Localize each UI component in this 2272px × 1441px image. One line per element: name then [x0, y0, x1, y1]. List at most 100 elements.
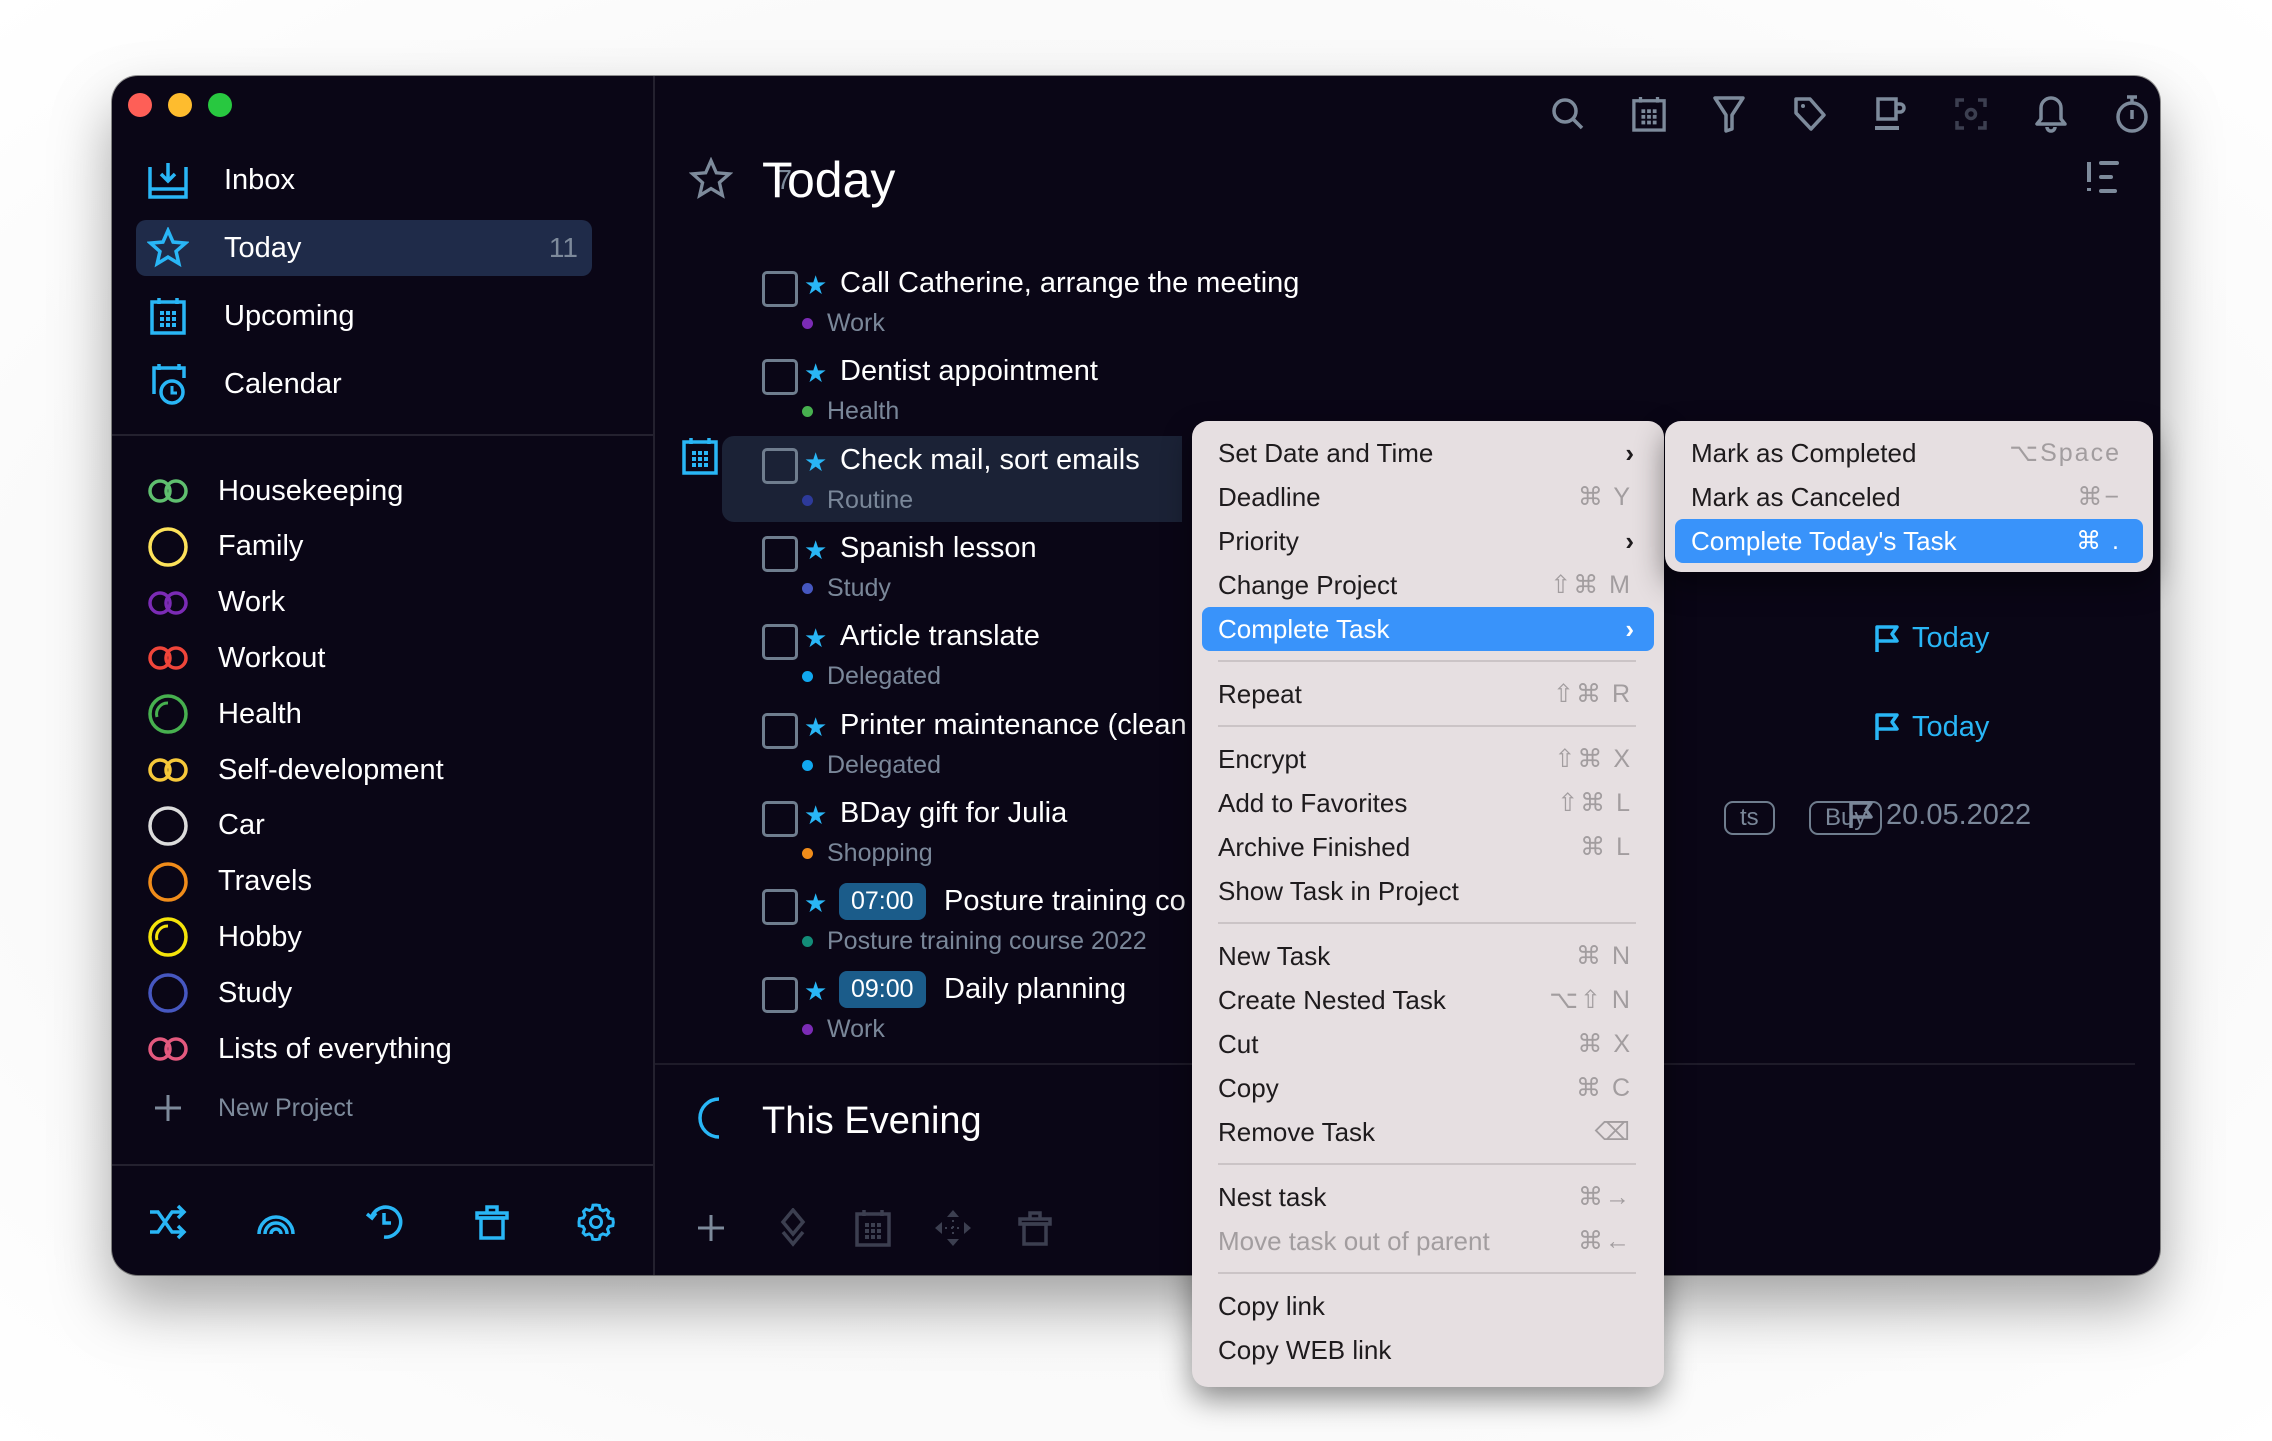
project-label: Health: [218, 697, 302, 730]
submenu-item-mark-as-canceled[interactable]: Mark as Canceled ⌘−: [1675, 475, 2143, 519]
menu-item-archive-finished[interactable]: Archive Finished ⌘ L: [1202, 825, 1654, 869]
menu-item-priority[interactable]: Priority ›: [1202, 519, 1654, 563]
task-project: Study: [802, 574, 891, 603]
task-project: Shopping: [802, 839, 933, 868]
task-checkbox[interactable]: [762, 624, 798, 661]
sidebar-project-study[interactable]: Study: [146, 968, 292, 1018]
project-double-ring-icon: [146, 636, 190, 680]
sidebar-item-today[interactable]: Today 11: [136, 220, 592, 276]
tag-icon[interactable]: [1788, 92, 1832, 136]
menu-item-label: Create Nested Task: [1218, 984, 1446, 1015]
menu-item-complete-task[interactable]: Complete Task ›: [1202, 607, 1654, 651]
sidebar-project-work[interactable]: Work: [146, 578, 285, 628]
gear-icon[interactable]: [572, 1198, 620, 1246]
filter-icon[interactable]: [1707, 92, 1751, 136]
today-star-icon[interactable]: ★: [804, 976, 827, 1007]
context-menu: Set Date and Time › Deadline ⌘ Y Priority › Ch…: [1192, 421, 1664, 1387]
menu-item-label: Cut: [1218, 1028, 1259, 1059]
sidebar-project-hobby[interactable]: Hobby: [146, 912, 302, 962]
history-icon[interactable]: [360, 1198, 408, 1246]
project-label: Self-development: [218, 753, 444, 786]
submenu-item-complete-today-s-task[interactable]: Complete Today's Task ⌘ .: [1675, 519, 2143, 563]
coffee-icon[interactable]: [1868, 92, 1912, 136]
timer-icon[interactable]: [2110, 92, 2154, 136]
sidebar-project-travels[interactable]: Travels: [146, 857, 312, 907]
task-checkbox[interactable]: [762, 800, 798, 837]
sidebar-project-housekeeping[interactable]: Housekeeping: [146, 466, 403, 516]
menu-item-show-task-in-project[interactable]: Show Task in Project: [1202, 869, 1654, 913]
menu-item-copy[interactable]: Copy ⌘ C: [1202, 1066, 1654, 1110]
today-star-icon[interactable]: ★: [804, 623, 827, 654]
menu-shortcut: ⌘−: [2077, 483, 2121, 511]
menu-item-cut[interactable]: Cut ⌘ X: [1202, 1022, 1654, 1066]
today-star-icon[interactable]: ★: [804, 800, 827, 831]
project-label: Hobby: [218, 920, 302, 953]
move-icon[interactable]: [931, 1206, 975, 1250]
task-checkbox[interactable]: [762, 535, 798, 572]
menu-item-copy-link[interactable]: Copy link: [1202, 1284, 1654, 1328]
shuffle-icon[interactable]: [144, 1198, 192, 1246]
task-deadline[interactable]: 20.05.2022: [1848, 799, 2031, 832]
sidebar-project-workout[interactable]: Workout: [146, 633, 325, 683]
submenu-item-mark-as-completed[interactable]: Mark as Completed ⌥Space: [1675, 431, 2143, 475]
menu-item-repeat[interactable]: Repeat ⇧⌘ R: [1202, 672, 1654, 716]
task-project-name: Work: [827, 1015, 885, 1044]
trash-icon[interactable]: [468, 1198, 516, 1246]
calendar-icon[interactable]: [1627, 92, 1671, 136]
task-project-name: Delegated: [827, 662, 941, 691]
today-star-icon[interactable]: ★: [804, 888, 827, 919]
sidebar-item-upcoming[interactable]: Upcoming: [136, 288, 740, 344]
sidebar-project-self-development[interactable]: Self-development: [146, 745, 444, 795]
task-checkbox[interactable]: [762, 977, 798, 1014]
add-task-button[interactable]: [689, 1206, 733, 1250]
menu-item-nest-task[interactable]: Nest task ⌘→: [1202, 1175, 1654, 1219]
menu-item-remove-task[interactable]: Remove Task ⌫: [1202, 1110, 1654, 1154]
task-checkbox[interactable]: [762, 712, 798, 749]
task-checkbox[interactable]: [762, 889, 798, 926]
menu-shortcut: ⌥⇧ N: [1549, 986, 1632, 1014]
menu-item-add-to-favorites[interactable]: Add to Favorites ⇧⌘ L: [1202, 781, 1654, 825]
menu-item-copy-web-link[interactable]: Copy WEB link: [1202, 1328, 1654, 1372]
task-deadline[interactable]: Today: [1874, 711, 1989, 744]
task-deadline[interactable]: Today: [1874, 622, 1989, 655]
today-star-icon[interactable]: ★: [804, 270, 827, 301]
bell-icon[interactable]: [2029, 92, 2073, 136]
calendar-clock-icon: [146, 362, 190, 406]
task-checkbox[interactable]: [762, 359, 798, 396]
task-row[interactable]: ★ Call Catherine, arrange the meeting Work: [722, 259, 2022, 347]
today-star-icon[interactable]: ★: [804, 358, 827, 389]
menu-item-set-date-and-time[interactable]: Set Date and Time ›: [1202, 431, 1654, 475]
today-star-icon[interactable]: ★: [804, 447, 827, 478]
sidebar-item-calendar[interactable]: Calendar: [136, 356, 740, 412]
menu-item-create-nested-task[interactable]: Create Nested Task ⌥⇧ N: [1202, 978, 1654, 1022]
sidebar-project-car[interactable]: Car: [146, 801, 265, 851]
task-checkbox[interactable]: [762, 271, 798, 307]
project-dot: [802, 406, 813, 418]
task-title: Printer maintenance (clean: [840, 708, 1187, 741]
today-star-icon[interactable]: ★: [804, 712, 827, 743]
new-project-button[interactable]: New Project: [146, 1083, 353, 1133]
task-checkbox[interactable]: [762, 447, 798, 484]
sidebar-item-inbox[interactable]: Inbox 7: [136, 152, 792, 208]
project-label: Car: [218, 809, 265, 842]
sidebar-project-health[interactable]: Health: [146, 689, 302, 739]
calendar-grid-icon: [146, 294, 190, 338]
set-date-icon[interactable]: [682, 437, 718, 480]
trash-icon[interactable]: [1013, 1206, 1057, 1250]
task-tag[interactable]: ts: [1724, 800, 1775, 835]
focus-icon[interactable]: [1949, 92, 1993, 136]
layers-icon[interactable]: [771, 1206, 815, 1250]
sort-priority-icon[interactable]: [2085, 160, 2121, 199]
sidebar-project-family[interactable]: Family: [146, 522, 303, 572]
calendar-icon[interactable]: [851, 1206, 895, 1250]
search-icon[interactable]: [1546, 92, 1590, 136]
sidebar-project-lists-of-everything[interactable]: Lists of everything: [146, 1024, 452, 1074]
menu-item-change-project[interactable]: Change Project ⇧⌘ M: [1202, 563, 1654, 607]
menu-item-deadline[interactable]: Deadline ⌘ Y: [1202, 475, 1654, 519]
menu-item-encrypt[interactable]: Encrypt ⇧⌘ X: [1202, 737, 1654, 781]
menu-item-label: Change Project: [1218, 569, 1398, 600]
today-star-icon[interactable]: ★: [804, 535, 827, 566]
rainbow-icon[interactable]: [252, 1198, 300, 1246]
project-label: Study: [218, 976, 293, 1009]
menu-item-new-task[interactable]: New Task ⌘ N: [1202, 934, 1654, 978]
